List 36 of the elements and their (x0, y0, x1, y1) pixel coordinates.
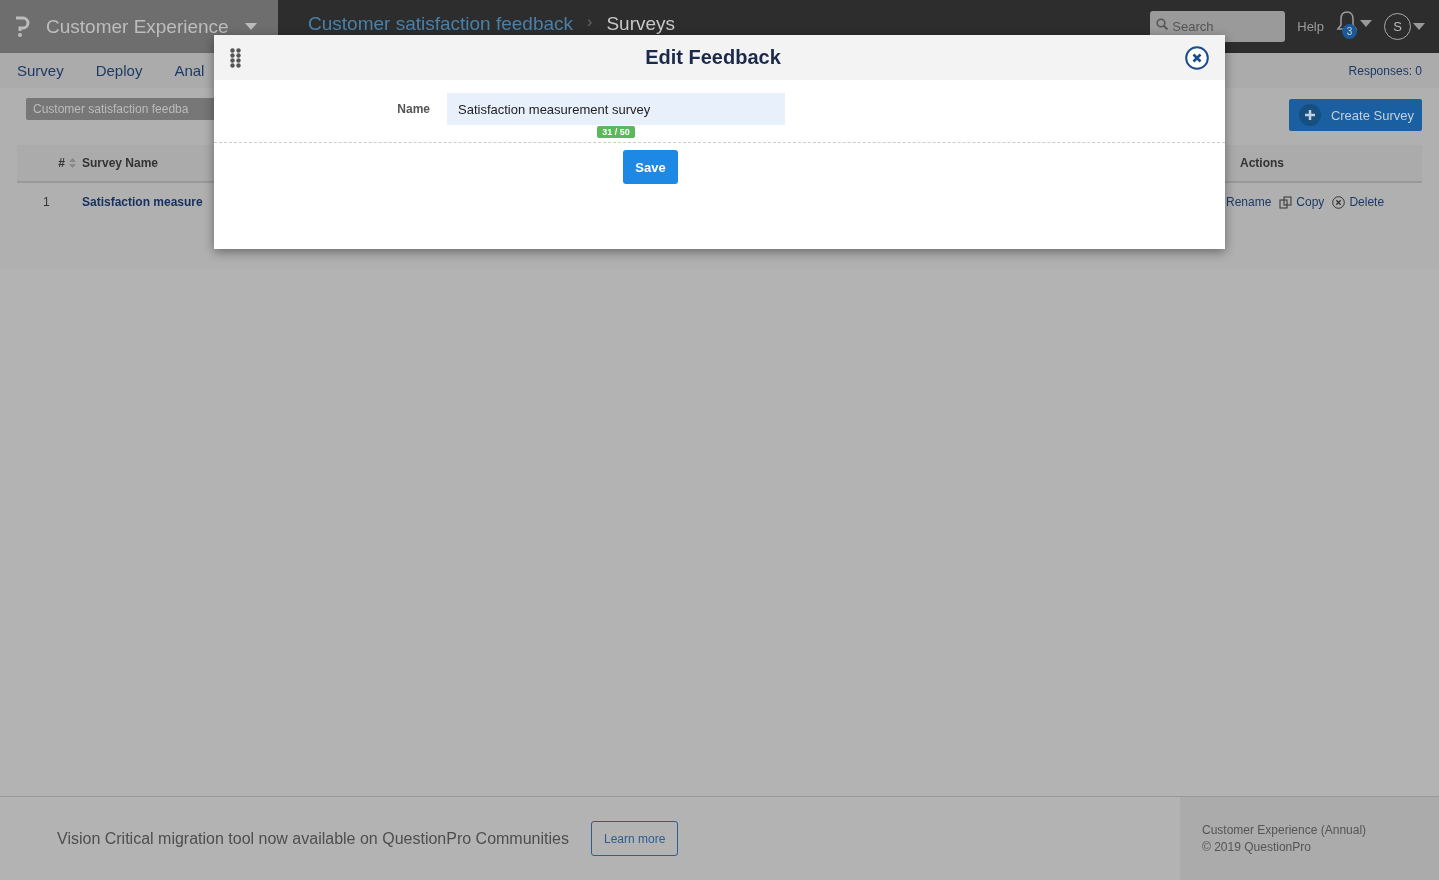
caret-icon[interactable] (244, 23, 257, 30)
nav-tab[interactable]: Deploy (95, 62, 143, 79)
copy-icon (1279, 195, 1293, 209)
field-label: Name (396, 101, 431, 116)
plus-icon (1298, 104, 1321, 126)
breadcrumb-current: Surveys (606, 13, 676, 34)
copy-link[interactable]: Copy (1279, 195, 1325, 209)
search-icon (1156, 18, 1169, 30)
announcement-text: Vision Critical migration tool now available on QuestionPro Communities (57, 829, 569, 848)
dialog-title: Edit Feedback (645, 46, 781, 69)
breadcrumb-separator: › (587, 13, 593, 31)
column-header: Actions (1240, 156, 1284, 170)
learn-more-button[interactable]: Learn more (590, 821, 679, 856)
nav-tab[interactable]: Anal (174, 62, 205, 79)
caret-icon[interactable] (1413, 23, 1425, 30)
logo-icon[interactable] (14, 15, 30, 38)
rename-link[interactable]: Rename (1226, 195, 1272, 209)
column-header[interactable]: Survey Name (82, 156, 159, 170)
responses-count: Responses: 0 (1348, 63, 1422, 78)
breadcrumb-link[interactable]: Customer satisfaction feedback (308, 13, 574, 34)
row-number: 1 (42, 194, 51, 211)
drag-handle-icon[interactable] (230, 47, 241, 68)
close-circle-icon (1332, 195, 1346, 209)
notification-badge: 3 (1342, 24, 1357, 39)
nav-tab[interactable]: Survey (17, 62, 64, 79)
copyright-text: © 2019 QuestionPro (1202, 840, 1312, 854)
save-button[interactable]: Save (623, 150, 678, 184)
plan-text: Customer Experience (Annual) (1202, 823, 1368, 837)
help-link[interactable]: Help (1297, 19, 1324, 34)
column-header[interactable]: # (58, 156, 65, 170)
close-icon[interactable] (1185, 45, 1209, 70)
create-survey-button[interactable]: Create Survey (1288, 99, 1422, 131)
name-input[interactable]: Satisfaction measurement survey (447, 93, 785, 125)
delete-link[interactable]: Delete (1332, 195, 1385, 209)
character-counter: 31 / 50 (597, 126, 635, 138)
caret-icon[interactable] (1360, 19, 1372, 27)
